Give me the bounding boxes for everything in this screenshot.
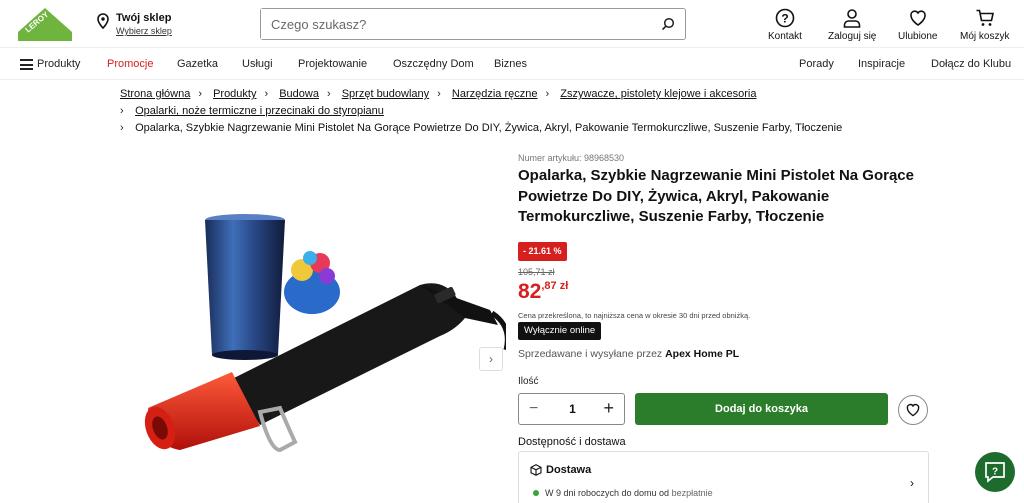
nav-gazetka[interactable]: Gazetka (177, 58, 218, 70)
online-only-badge: Wyłącznie online (518, 322, 602, 340)
question-icon: ? (775, 8, 795, 28)
store-selector[interactable]: Twój sklep Wybierz sklep (96, 12, 172, 36)
nav-dolacz-do-klubu[interactable]: Dołącz do Klubu (931, 58, 1011, 70)
product-sku: Numer artykułu: 98968530 (518, 153, 625, 163)
discount-badge: - 21.61 % (518, 242, 567, 261)
cart-button[interactable]: Mój koszyk (960, 8, 1009, 42)
chevron-right-icon: › (489, 352, 493, 366)
breadcrumb-link[interactable]: Zszywacze, pistolety klejowe i akcesoria (560, 88, 756, 100)
leroy-merlin-logo[interactable]: LEROY MERLIN (16, 6, 74, 42)
login-button[interactable]: Zaloguj się (828, 8, 876, 42)
quantity-stepper: − 1 + (518, 393, 625, 425)
nav-oszczedny-dom[interactable]: Oszczędny Dom (393, 58, 474, 70)
current-price: 82,87 zł (518, 280, 568, 304)
availability-heading: Dostępność i dostawa (518, 436, 626, 448)
delivery-line: W 9 dni roboczych do domu od bezpłatnie (533, 488, 713, 498)
breadcrumb-link[interactable]: Narzędzia ręczne (452, 88, 538, 100)
heart-icon (906, 403, 920, 417)
delivery-text: W 9 dni roboczych do domu od (545, 488, 670, 498)
add-to-cart-button[interactable]: Dodaj do koszyka (635, 393, 888, 425)
help-chat-icon: ? (985, 462, 1005, 483)
contact-label: Kontakt (768, 31, 802, 42)
svg-text:?: ? (992, 467, 998, 478)
price-main: 82 (518, 280, 542, 303)
store-title: Twój sklep (116, 12, 172, 24)
svg-text:?: ? (781, 12, 788, 26)
nav-uslugi[interactable]: Usługi (242, 58, 273, 70)
help-chat-button[interactable]: ? (975, 452, 1015, 492)
chevron-right-icon: › (910, 476, 914, 490)
status-dot-icon (533, 490, 539, 496)
breadcrumb-link[interactable]: Strona główna (120, 88, 190, 100)
location-pin-icon (97, 13, 109, 29)
nav-promocje[interactable]: Promocje (107, 58, 153, 70)
search-bar (260, 8, 686, 40)
header: LEROY MERLIN Twój sklep Wybierz sklep ? … (0, 0, 1024, 48)
breadcrumb-link[interactable]: Budowa (279, 88, 319, 100)
chevron-right-icon: › (120, 105, 124, 117)
contact-button[interactable]: ? Kontakt (768, 8, 802, 42)
nav-inspiracje[interactable]: Inspiracje (858, 58, 905, 70)
breadcrumb-link[interactable]: Opalarki, noże termiczne i przecinaki do… (135, 105, 384, 117)
favorites-button[interactable]: Ulubione (898, 8, 937, 42)
seller-info: Sprzedawane i wysyłane przez Apex Home P… (518, 348, 739, 360)
delivery-free: bezpłatnie (671, 488, 713, 498)
chevron-right-icon: › (120, 122, 124, 134)
quantity-label: Ilość (518, 376, 539, 387)
lowest-price-note: Cena przekreślona, to najniższa cena w o… (518, 311, 751, 320)
old-price: 105,71 zł (518, 267, 555, 277)
breadcrumb-current: Opalarka, Szybkie Nagrzewanie Mini Pisto… (135, 122, 843, 134)
delivery-panel[interactable]: Dostawa W 9 dni roboczych do domu od bez… (518, 451, 929, 503)
nav-produkty[interactable]: Produkty (37, 58, 80, 70)
search-icon[interactable] (661, 17, 675, 31)
product-title: Opalarka, Szybkie Nagrzewanie Mini Pisto… (518, 167, 914, 225)
breadcrumb-link[interactable]: Sprzęt budowlany (342, 88, 429, 100)
breadcrumb-link[interactable]: Produkty (213, 88, 256, 100)
box-icon (530, 464, 542, 476)
breadcrumb-row-3: › Opalarka, Szybkie Nagrzewanie Mini Pis… (120, 120, 940, 137)
breadcrumb-row-2: › Opalarki, noże termiczne i przecinaki … (120, 103, 940, 120)
choose-store-link[interactable]: Wybierz sklep (116, 26, 172, 36)
plus-icon[interactable]: + (603, 398, 614, 419)
gallery-next-button[interactable]: › (479, 347, 503, 371)
search-input[interactable] (261, 9, 641, 39)
heart-icon (909, 10, 926, 26)
delivery-title: Dostawa (546, 464, 592, 476)
price-fraction: ,87 zł (541, 280, 569, 292)
nav-projektowanie[interactable]: Projektowanie (298, 58, 367, 70)
login-label: Zaloguj się (828, 31, 877, 42)
add-to-favorites-button[interactable] (898, 395, 928, 425)
cart-label: Mój koszyk (960, 31, 1010, 42)
nav-biznes[interactable]: Biznes (494, 58, 527, 70)
nav-porady[interactable]: Porady (799, 58, 834, 70)
seller-name[interactable]: Apex Home PL (665, 348, 739, 360)
breadcrumb-row-1: Strona główna › Produkty › Budowa › Sprzęt … (120, 88, 757, 100)
breadcrumb: Strona główna › Produkty › Budowa › Sprzęt … (120, 86, 940, 137)
product-image[interactable] (120, 150, 506, 503)
user-icon (843, 9, 861, 28)
main-nav: Produkty Promocje Gazetka Usługi Projekt… (0, 49, 1024, 80)
cart-icon (976, 9, 994, 26)
favorites-label: Ulubione (898, 31, 938, 42)
menu-icon[interactable] (20, 59, 33, 70)
seller-prefix: Sprzedawane i wysyłane przez (518, 348, 663, 360)
